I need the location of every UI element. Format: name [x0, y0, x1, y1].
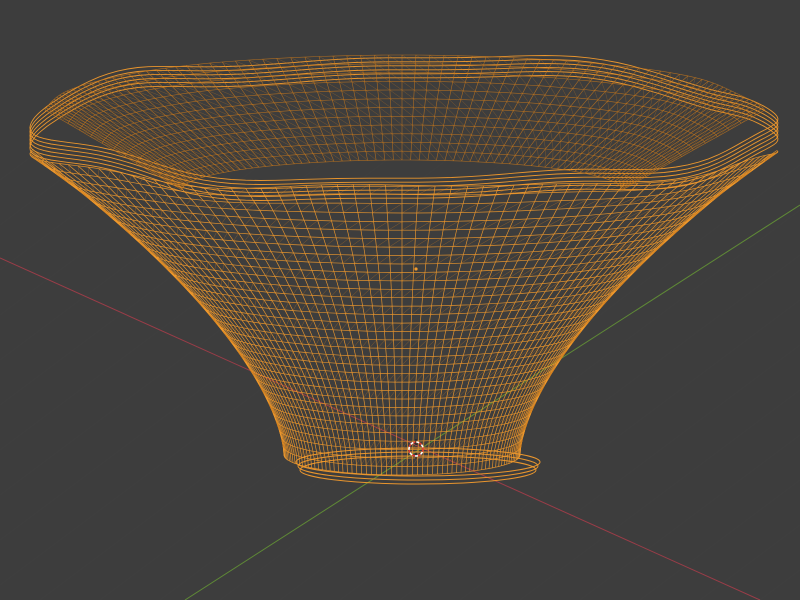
3d-viewport[interactable] — [0, 0, 800, 600]
x-axis-line — [0, 257, 761, 600]
object-origin — [414, 267, 418, 271]
viewport-canvas[interactable] — [0, 0, 800, 600]
bowl-inner-surface — [44, 54, 766, 191]
bowl-mesh-wireframe[interactable] — [29, 54, 779, 485]
floor-grid — [0, 149, 800, 600]
